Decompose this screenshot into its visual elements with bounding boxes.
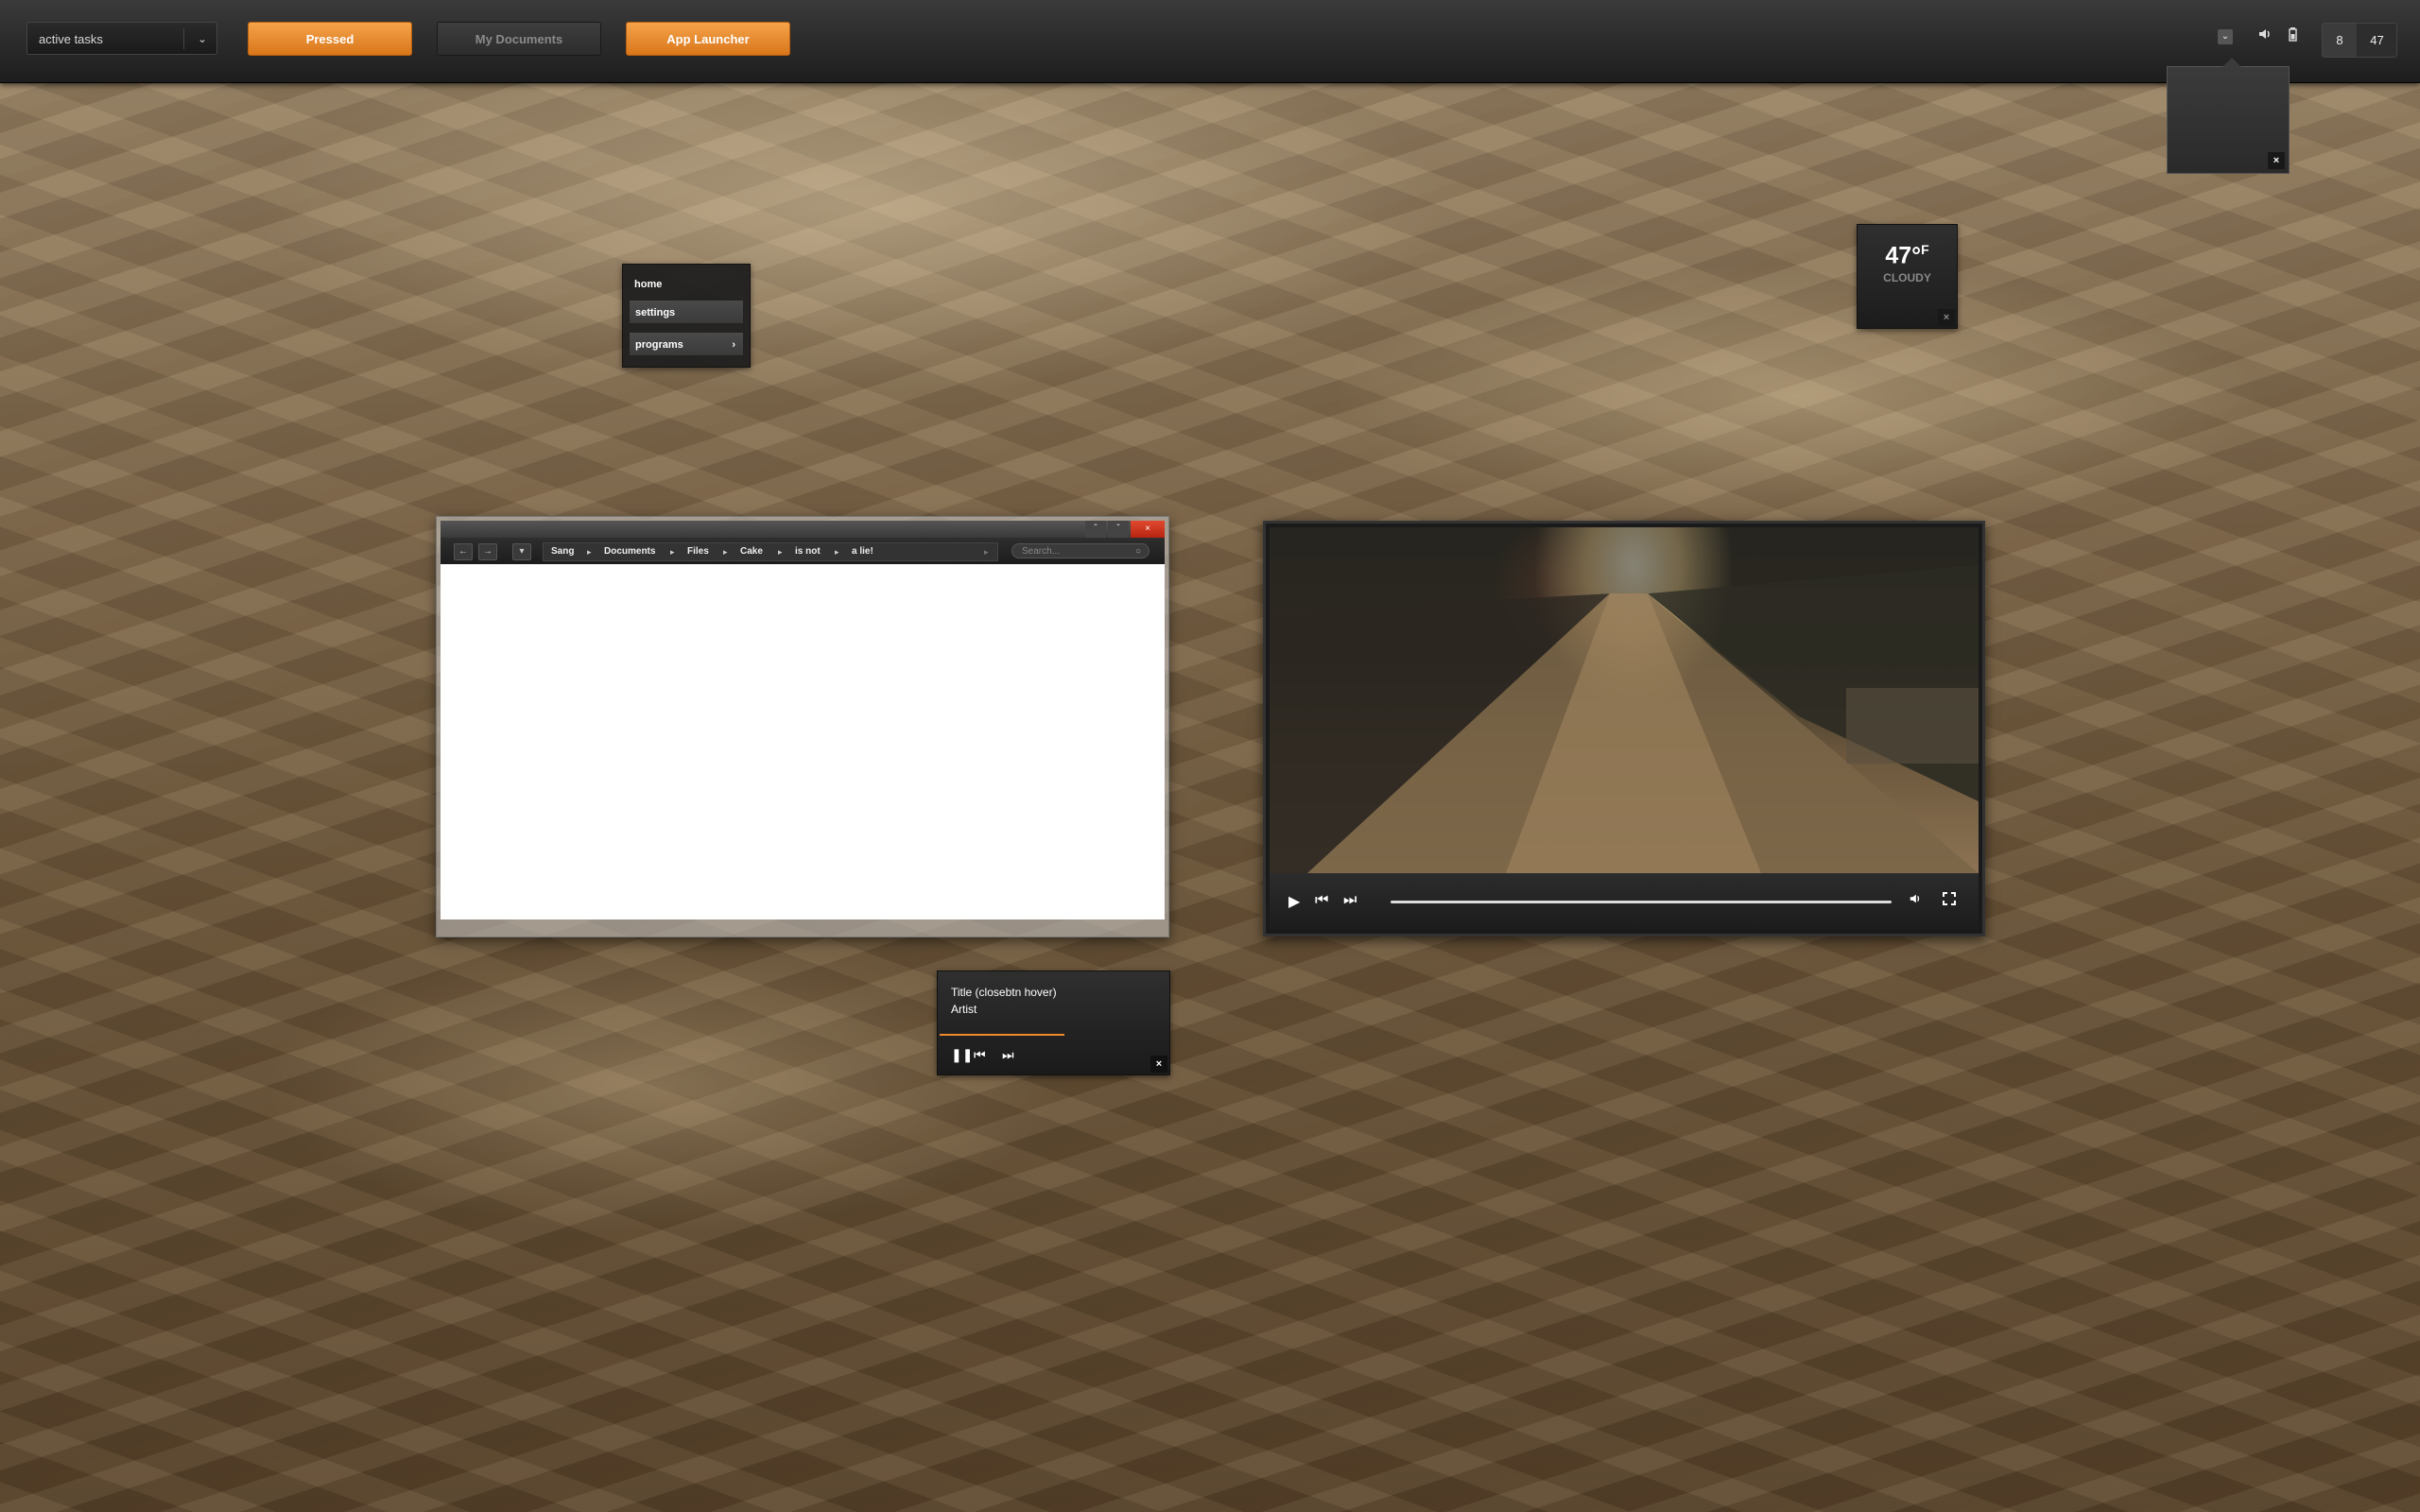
close-button[interactable]: × [1131, 521, 1165, 538]
top-panel: active tasks ⌄ Pressed My Documents App … [0, 0, 2420, 83]
app-launcher-button[interactable]: App Launcher [626, 22, 790, 56]
next-icon[interactable]: ⏭ [1343, 892, 1357, 909]
file-toolbar: ← → ▾ Sang ▸ Documents ▸ Files ▸ Cake ▸ … [441, 538, 1165, 564]
volume-icon[interactable] [2257, 26, 2273, 44]
next-icon[interactable]: ⏭ [1002, 1047, 1014, 1063]
chevron-down-icon: ⌄ [197, 32, 207, 45]
video-frame[interactable] [1270, 527, 1979, 873]
file-manager-window: ˆ ˇ × ← → ▾ Sang ▸ Documents ▸ Files ▸ C… [436, 516, 1169, 937]
temperature-unit: F [1921, 242, 1929, 257]
breadcrumb-item[interactable]: Cake [740, 543, 763, 560]
window-titlebar[interactable]: ˆ ˇ × [441, 521, 1165, 538]
clock[interactable]: 8 47 [2322, 23, 2397, 58]
search-placeholder: Search... [1022, 546, 1061, 557]
breadcrumb-item[interactable]: a lie! [852, 543, 873, 560]
breadcrumb-item[interactable]: Sang [551, 543, 574, 560]
menu-item-label: programs [635, 339, 683, 351]
clock-minute: 47 [2370, 33, 2384, 47]
play-icon[interactable]: ▶ [1288, 892, 1300, 911]
weather-condition: CLOUDY [1883, 271, 1931, 285]
mini-player: Title (closebtn hover) Artist ❚❚ ⏮ ⏭ × [937, 971, 1170, 1075]
battery-icon[interactable] [2288, 26, 2299, 44]
volume-icon[interactable] [1909, 892, 1922, 908]
track-progress-bar[interactable] [940, 1034, 1064, 1036]
pause-icon[interactable]: ❚❚ [951, 1047, 973, 1063]
file-content-area[interactable] [441, 564, 1165, 919]
previous-icon[interactable]: ⏮ [974, 1047, 986, 1063]
close-button[interactable]: × [1150, 1056, 1167, 1073]
breadcrumb-separator-icon: ▸ [835, 547, 839, 557]
chevron-up-icon[interactable]: ˆ [1085, 521, 1106, 538]
my-documents-button[interactable]: My Documents [437, 22, 601, 56]
track-artist: Artist [951, 1003, 977, 1016]
dropdown-arrow-icon[interactable]: ▾ [512, 543, 531, 560]
video-controls: ▶ ⏮ ⏭ [1270, 873, 1979, 930]
temperature: 47°F [1858, 242, 1957, 269]
weather-widget: 47°F CLOUDY × [1857, 224, 1958, 329]
breadcrumb-separator-icon: ▸ [670, 547, 675, 557]
chevron-right-icon: › [732, 339, 735, 351]
seek-bar[interactable] [1391, 901, 1892, 903]
menu-item-settings[interactable]: settings [629, 300, 744, 324]
breadcrumb-separator-icon: ▸ [723, 547, 728, 557]
divider [183, 28, 184, 49]
search-input[interactable]: Search... ○ [1011, 543, 1150, 558]
chevron-down-icon[interactable]: ˇ [1108, 521, 1129, 538]
search-icon: ○ [1134, 546, 1141, 557]
active-tasks-label: active tasks [39, 32, 103, 46]
breadcrumb: Sang ▸ Documents ▸ Files ▸ Cake ▸ is not… [543, 542, 998, 561]
breadcrumb-item[interactable]: is not [795, 543, 821, 560]
active-tasks-dropdown[interactable]: active tasks ⌄ [26, 22, 217, 55]
tray-dropdown-popup: × [2167, 58, 2290, 174]
breadcrumb-item[interactable]: Files [687, 543, 709, 560]
close-icon[interactable]: × [2268, 152, 2285, 169]
previous-icon[interactable]: ⏮ [1315, 892, 1328, 909]
context-menu: home settings programs › [622, 264, 751, 368]
track-title: Title (closebtn hover) [951, 986, 1057, 999]
pressed-button[interactable]: Pressed [248, 22, 412, 56]
video-player: ▶ ⏮ ⏭ [1263, 521, 1985, 936]
breadcrumb-separator-icon: ▸ [778, 547, 783, 557]
forward-arrow-icon[interactable]: → [478, 543, 497, 560]
back-arrow-icon[interactable]: ← [454, 543, 473, 560]
breadcrumb-end-icon: ▸ [984, 547, 989, 557]
tray-chevron-down-icon[interactable]: ⌄ [2218, 29, 2233, 44]
menu-item-programs[interactable]: programs › [629, 332, 744, 356]
breadcrumb-item[interactable]: Documents [604, 543, 655, 560]
clock-hour: 8 [2323, 24, 2357, 57]
menu-item-home[interactable]: home [629, 272, 744, 297]
fullscreen-icon[interactable] [1943, 892, 1956, 908]
close-icon[interactable]: × [1938, 309, 1955, 326]
breadcrumb-separator-icon: ▸ [587, 547, 592, 557]
temperature-value: 47° [1885, 242, 1922, 269]
